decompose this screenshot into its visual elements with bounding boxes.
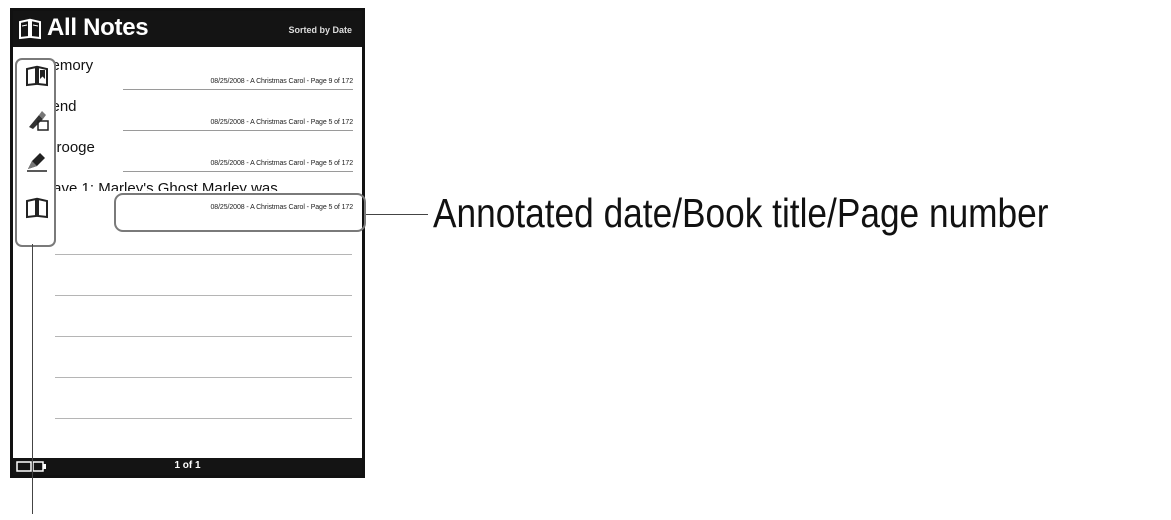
divider xyxy=(55,336,352,337)
divider xyxy=(55,295,352,296)
page-indicator: 1 of 1 xyxy=(174,460,201,471)
book-open-icon xyxy=(19,18,41,40)
sort-label: Sorted by Date xyxy=(288,25,352,35)
note-meta: 08/25/2008 - A Christmas Carol - Page 9 … xyxy=(210,78,354,85)
callout-highlight-box xyxy=(114,193,366,232)
divider xyxy=(123,130,353,131)
divider xyxy=(123,89,353,90)
book-open-icon[interactable] xyxy=(25,196,49,220)
bookmark-icon[interactable] xyxy=(25,64,49,88)
reader-screen: All Notes Sorted by Date memory 08/25/20… xyxy=(10,8,365,478)
note-meta: 08/25/2008 - A Christmas Carol - Page 5 … xyxy=(210,119,354,126)
list-item[interactable]: memory 08/25/2008 - A Christmas Carol - … xyxy=(13,53,362,93)
note-meta: 08/25/2008 - A Christmas Carol - Page 5 … xyxy=(210,160,354,167)
icon-column-leader-line xyxy=(32,244,33,514)
divider xyxy=(123,171,353,172)
divider xyxy=(55,377,352,378)
callout-label: Annotated date/Book title/Page number xyxy=(433,190,1049,236)
list-item[interactable]: Scrooge 08/25/2008 - A Christmas Carol -… xyxy=(13,135,362,175)
status-bar: 1 of 1 xyxy=(13,458,362,475)
page-title: All Notes xyxy=(47,14,149,41)
handwriting-note-icon[interactable] xyxy=(25,107,49,131)
callout-leader-line xyxy=(366,214,428,215)
divider xyxy=(55,254,352,255)
list-item[interactable]: friend 08/25/2008 - A Christmas Carol - … xyxy=(13,94,362,134)
note-type-icon-column xyxy=(15,58,56,247)
divider xyxy=(55,418,352,419)
highlight-marker-icon[interactable] xyxy=(25,148,49,172)
title-bar: All Notes Sorted by Date xyxy=(13,11,362,47)
